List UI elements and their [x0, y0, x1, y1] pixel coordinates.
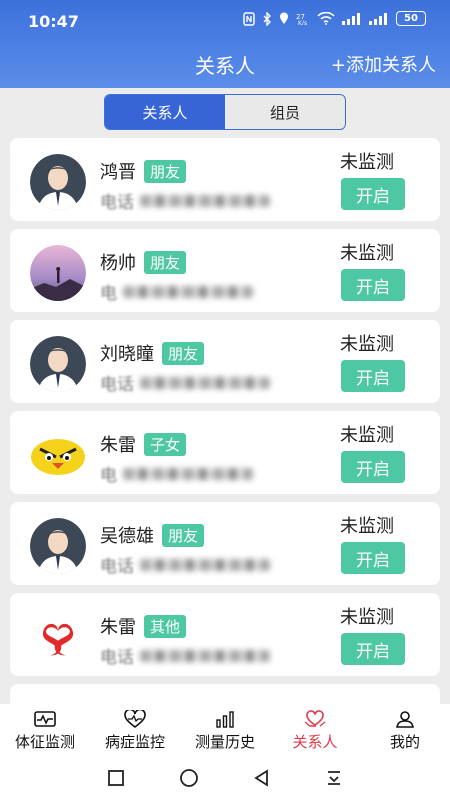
phone-number-redacted: [123, 285, 253, 298]
svg-text:K/s: K/s: [298, 20, 307, 25]
home-icon[interactable]: [179, 768, 199, 788]
user-icon: [396, 711, 414, 728]
status-icons: 27 K/s 50: [243, 11, 426, 26]
phone-number-redacted: [123, 467, 253, 480]
phone-row: 电: [100, 461, 253, 486]
contact-name: 鸿晋: [100, 162, 136, 183]
phone-label: 电话: [100, 193, 134, 213]
signal-icon-2: [369, 12, 387, 25]
phone-label: 电话: [100, 648, 134, 668]
heart-hands-icon: [304, 710, 326, 727]
contact-card[interactable]: 朱雷 其他 电话 未监测 开启: [10, 593, 440, 676]
wifi-icon: [317, 12, 335, 25]
bar-chart-icon: [216, 711, 234, 728]
enable-monitor-button[interactable]: 开启: [341, 269, 405, 301]
contact-card[interactable]: 杨帅 朋友 电 未监测 开启: [10, 229, 440, 312]
relation-badge: 朋友: [162, 523, 205, 547]
tab-contacts-nav[interactable]: 关系人: [270, 704, 360, 756]
monitor-status: 未监测: [340, 334, 394, 355]
tab-profile[interactable]: 我的: [360, 704, 450, 756]
tab-vitals[interactable]: 体征监测: [0, 704, 90, 756]
tab-label: 我的: [389, 733, 420, 751]
relation-badge: 朋友: [144, 159, 187, 183]
bottom-tab-bar: 体征监测 病症监控 测量历史 关系人 我的: [0, 704, 450, 756]
system-nav-bar: [0, 756, 450, 800]
person-avatar: [30, 336, 86, 392]
enable-monitor-button[interactable]: 开启: [341, 451, 405, 483]
monitor-status: 未监测: [340, 607, 394, 628]
phone-row: 电话: [100, 552, 270, 577]
ecg-icon: [34, 711, 56, 727]
segment-control: 关系人 组员: [104, 94, 346, 130]
enable-monitor-button[interactable]: 开启: [341, 633, 405, 665]
contact-name: 杨帅: [100, 253, 136, 274]
tab-label: 体征监测: [14, 733, 75, 751]
enable-monitor-button[interactable]: 开启: [341, 542, 405, 574]
monitor-status: 未监测: [340, 152, 394, 173]
tab-disease-monitor[interactable]: 病症监控: [90, 704, 180, 756]
relation-badge: 其他: [144, 614, 187, 638]
tab-history[interactable]: 测量历史: [180, 704, 270, 756]
contact-card[interactable]: 吴德雄 朋友 电话 未监测 开启: [10, 502, 440, 585]
contact-name: 刘晓瞳: [100, 344, 154, 365]
phone-number-redacted: [140, 649, 270, 662]
phone-number-redacted: [140, 194, 270, 207]
person-avatar: [30, 154, 86, 210]
nfc-icon: [243, 11, 255, 26]
contact-card[interactable]: 刘晓瞳 朋友 电话 未监测 开启: [10, 320, 440, 403]
back-icon[interactable]: [253, 769, 271, 787]
enable-monitor-button[interactable]: 开启: [341, 360, 405, 392]
contact-card[interactable]: 鸿晋 朋友 电话 未监测 开启: [10, 138, 440, 221]
logo-avatar: [30, 609, 86, 665]
phone-row: 电话: [100, 370, 270, 395]
phone-row: 电话: [100, 643, 270, 668]
monitor-status: 未监测: [340, 425, 394, 446]
signal-icon-1: [342, 12, 360, 25]
status-time: 10:47: [28, 12, 79, 31]
tab-members[interactable]: 组员: [225, 95, 345, 129]
phone-label: 电话: [100, 557, 134, 577]
tab-label: 病症监控: [104, 733, 165, 751]
sunset-avatar: [30, 245, 86, 301]
enable-monitor-button[interactable]: 开启: [341, 178, 405, 210]
phone-label: 电话: [100, 375, 134, 395]
header-bar: 10:47 27 K/s 50 关系人 +添加关系人: [0, 0, 450, 88]
phone-row: 电: [100, 279, 253, 304]
contact-name: 朱雷: [100, 617, 136, 638]
relation-badge: 朋友: [144, 250, 187, 274]
person-avatar: [30, 518, 86, 574]
contact-name: 吴德雄: [100, 526, 154, 547]
phone-row: 电话: [100, 188, 270, 213]
tab-label: 测量历史: [194, 733, 255, 751]
phone-label: 电: [100, 466, 117, 486]
monitor-status: 未监测: [340, 516, 394, 537]
add-contact-button[interactable]: +添加关系人: [331, 51, 436, 77]
relation-badge: 子女: [144, 432, 187, 456]
data-speed-icon: 27K/s: [296, 13, 307, 25]
phone-number-redacted: [140, 558, 270, 571]
tab-contacts[interactable]: 关系人: [105, 95, 225, 129]
heart-pulse-icon: [124, 710, 146, 728]
status-bar: 10:47 27 K/s 50: [0, 0, 450, 42]
monitor-status: 未监测: [340, 243, 394, 264]
phone-number-redacted: [140, 376, 270, 389]
notification-shade-icon[interactable]: [325, 769, 343, 787]
contact-name: 朱雷: [100, 435, 136, 456]
location-icon: [280, 12, 288, 24]
recents-icon[interactable]: [107, 769, 125, 787]
bird-avatar: [30, 427, 86, 483]
tab-label: 关系人: [292, 733, 338, 751]
battery-icon: 50: [396, 11, 426, 26]
contact-card[interactable]: 朱雷 子女 电 未监测 开启: [10, 411, 440, 494]
relation-badge: 朋友: [162, 341, 205, 365]
phone-label: 电: [100, 284, 117, 304]
bluetooth-icon: [263, 11, 271, 26]
